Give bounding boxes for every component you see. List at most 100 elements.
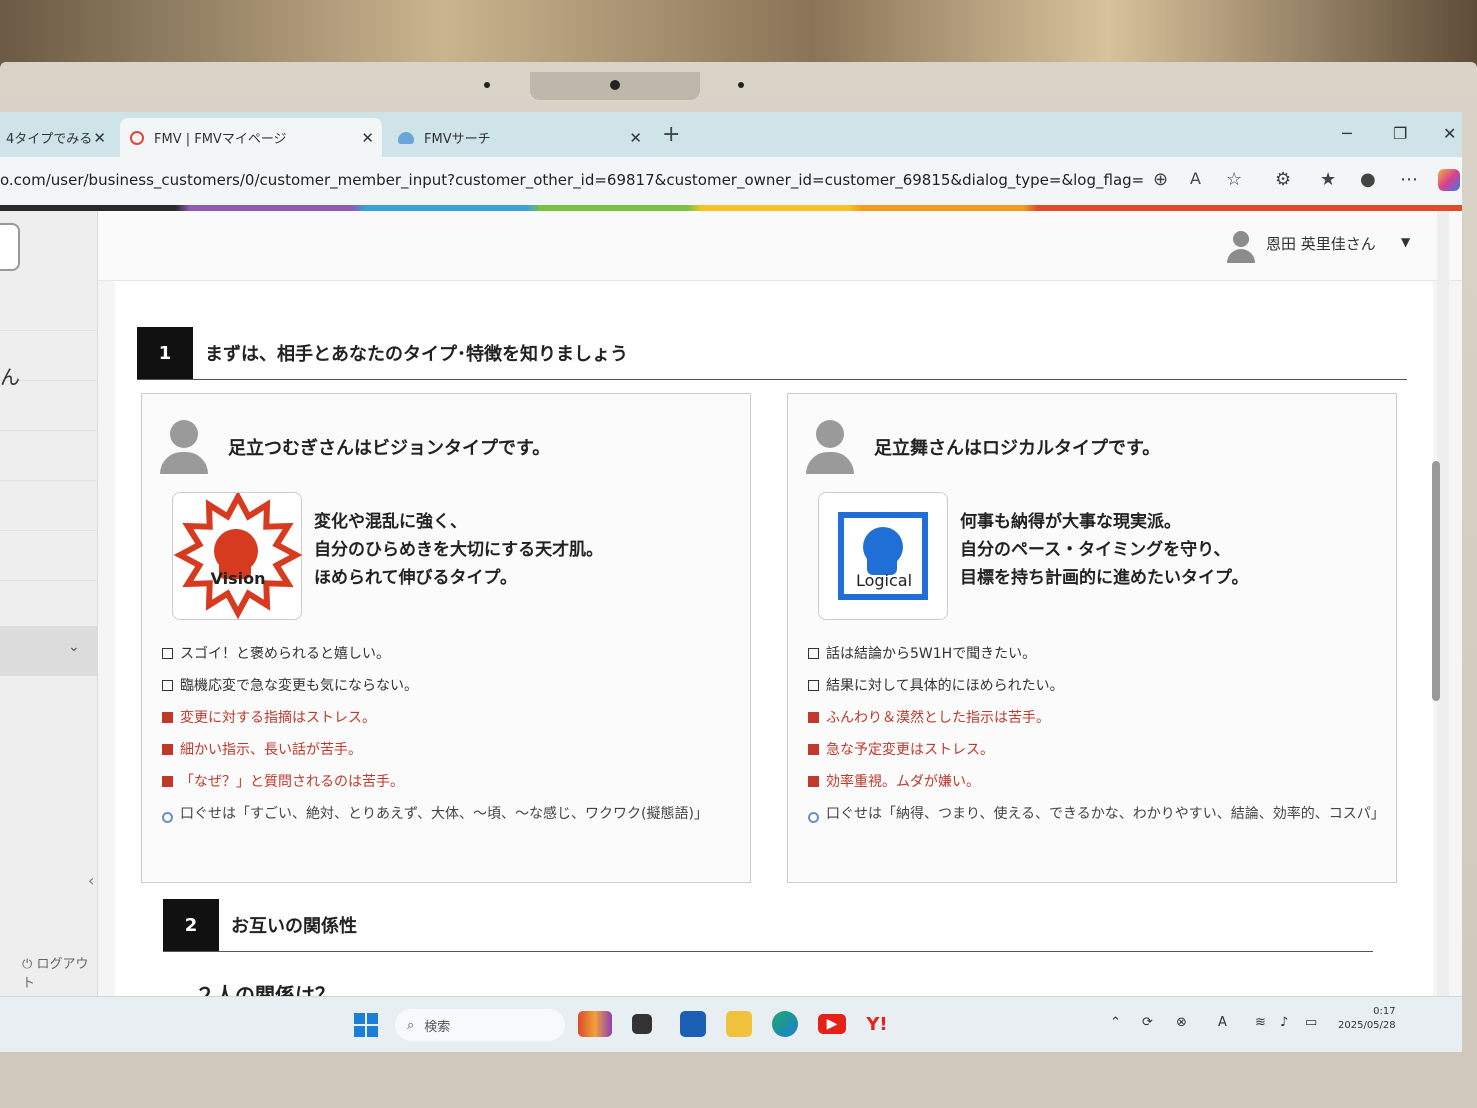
- scrollbar-thumb[interactable]: [1432, 461, 1440, 701]
- section-divider: [163, 951, 1373, 952]
- trait-text: 「なぜ？」と質問されるのは苦手。: [180, 774, 404, 790]
- edge-browser-icon[interactable]: [772, 1011, 798, 1037]
- badge-label: Vision: [210, 569, 266, 588]
- circle-bullet-icon: [808, 812, 819, 823]
- trait-text: スゴイ！と褒められると嬉しい。: [180, 646, 390, 662]
- taskbar-search[interactable]: ⌕ 検索: [395, 1009, 565, 1041]
- trait-item: 結果に対して具体的にほめられたい。: [808, 676, 1378, 696]
- battery-icon[interactable]: ▭: [1305, 1015, 1317, 1030]
- sync-icon[interactable]: ⟳: [1142, 1015, 1153, 1030]
- type-description: 何事も納得が大事な現実派。 自分のペース・タイミングを守り、 目標を持ち計画的に…: [960, 508, 1249, 592]
- search-icon: ⌕: [407, 1017, 415, 1033]
- search-placeholder: 検索: [424, 1019, 451, 1035]
- task-view-icon[interactable]: [632, 1014, 652, 1034]
- sidebar-item-selected[interactable]: [0, 626, 98, 676]
- close-circle-icon[interactable]: ⊗: [1176, 1015, 1187, 1030]
- ime-icon[interactable]: A: [1218, 1015, 1227, 1030]
- sidebar-row[interactable]: [0, 431, 98, 481]
- yahoo-icon[interactable]: Y!: [864, 1011, 890, 1037]
- favorites-icon[interactable]: ★: [1320, 169, 1336, 190]
- trait-item: 口ぐせは「すごい、絶対、とりあえず、大体、〜頃、〜な感じ、ワクワク(擬態語)」: [162, 804, 732, 824]
- logical-badge: Logical: [818, 492, 948, 620]
- power-icon: ⏻: [22, 957, 33, 972]
- trait-item: ふんわり＆漠然とした指示は苦手。: [808, 708, 1378, 728]
- chevron-up-icon[interactable]: ⌃: [1110, 1015, 1121, 1030]
- tab-strip: 4タイプでみる ✕ FMV | FMVマイページ ✕ FMVサーチ ✕ + ─ …: [0, 112, 1462, 157]
- close-icon[interactable]: ✕: [93, 129, 106, 147]
- extensions-icon[interactable]: ⚙: [1275, 169, 1291, 190]
- trait-text: 変更に対する指摘はストレス。: [180, 710, 376, 726]
- widgets-icon[interactable]: [578, 1011, 612, 1037]
- sidebar-row[interactable]: [0, 281, 98, 331]
- logout-button[interactable]: ⏻ ログアウト: [22, 953, 97, 991]
- trait-text: 効率重視。ムダが嫌い。: [826, 774, 980, 790]
- minimize-icon[interactable]: ─: [1342, 124, 1352, 143]
- description-line: 自分のペース・タイミングを守り、: [960, 540, 1231, 560]
- profile-icon[interactable]: ●: [1360, 169, 1376, 190]
- more-menu-icon[interactable]: ⋯: [1400, 169, 1418, 190]
- badge-label: Logical: [855, 571, 913, 590]
- description-line: 自分のひらめきを大切にする天才肌。: [314, 540, 604, 560]
- checkbox-icon: [808, 648, 819, 659]
- square-head-icon: [838, 512, 928, 600]
- menu-toggle-icon[interactable]: [0, 223, 20, 271]
- restore-icon[interactable]: ❐: [1393, 124, 1407, 143]
- trait-item: 話は結論から5W1Hで聞きたい。: [808, 644, 1378, 664]
- description-line: 目標を持ち計画的に進めたいタイプ。: [960, 568, 1249, 588]
- trait-text: 結果に対して具体的にほめられたい。: [826, 678, 1064, 694]
- tab-label: FMVサーチ: [424, 132, 491, 147]
- main-content: 1 まずは、相手とあなたのタイプ･特徴を知りましょう 足立つむぎさんはビジョンタ…: [115, 281, 1433, 996]
- user-name[interactable]: 恩田 英里佳さん: [1266, 233, 1376, 254]
- window-close-icon[interactable]: ✕: [1443, 124, 1456, 143]
- person-icon: [156, 420, 212, 476]
- background-room: [0, 0, 1477, 70]
- checkbox-icon: [162, 680, 173, 691]
- file-explorer-icon[interactable]: [726, 1011, 752, 1037]
- trait-item: 細かい指示、長い話が苦手。: [162, 740, 732, 760]
- type-description: 変化や混乱に強く、 自分のひらめきを大切にする天才肌。 ほめられて伸びるタイプ。: [314, 508, 603, 592]
- close-icon[interactable]: ✕: [629, 129, 642, 147]
- person-icon: [802, 420, 858, 476]
- wifi-icon[interactable]: ≋: [1255, 1015, 1266, 1030]
- volume-icon[interactable]: ♪: [1280, 1015, 1288, 1030]
- user-avatar-icon[interactable]: [1224, 229, 1258, 263]
- windows-start-icon[interactable]: [354, 1013, 378, 1037]
- tab-fmv-mypage[interactable]: FMV | FMVマイページ ✕: [120, 118, 382, 157]
- sidebar: ん ⌄ ‹ ⏻ ログアウト: [0, 211, 98, 996]
- tab-type-view[interactable]: 4タイプでみる ✕: [0, 118, 114, 157]
- youtube-icon[interactable]: ▶: [818, 1014, 846, 1034]
- section-title: まずは、相手とあなたのタイプ･特徴を知りましょう: [205, 344, 628, 365]
- sidebar-row[interactable]: [0, 531, 98, 581]
- copilot-icon[interactable]: [1438, 169, 1460, 191]
- trait-item: 効率重視。ムダが嫌い。: [808, 772, 1378, 792]
- close-icon[interactable]: ✕: [361, 129, 374, 147]
- sidebar-row[interactable]: [0, 481, 98, 531]
- circle-bullet-icon: [162, 812, 173, 823]
- new-tab-button[interactable]: +: [662, 122, 680, 147]
- read-aloud-icon[interactable]: A: [1190, 169, 1201, 188]
- caret-down-icon[interactable]: ▼: [1401, 235, 1410, 249]
- section-heading-2: 2 お互いの関係性: [163, 899, 357, 951]
- section-number: 1: [137, 327, 193, 379]
- sidebar-partial-text: ん: [0, 365, 20, 389]
- logout-label: ログアウト: [22, 957, 89, 991]
- checkbox-icon: [162, 648, 173, 659]
- trait-text: 口ぐせは「すごい、絶対、とりあえず、大体、〜頃、〜な感じ、ワクワク(擬態語)」: [180, 806, 708, 822]
- tab-fmv-search[interactable]: FMVサーチ ✕: [388, 118, 650, 157]
- store-icon[interactable]: [680, 1011, 706, 1037]
- trait-text: 臨機応変で急な変更も気にならない。: [180, 678, 418, 694]
- filled-square-icon: [808, 776, 819, 787]
- chevron-down-icon[interactable]: ⌄: [68, 639, 80, 655]
- url-field[interactable]: o.com/user/business_customers/0/customer…: [0, 171, 1144, 189]
- type-card-logical: 足立舞さんはロジカルタイプです。 Logical 何事も納得が大事な現実派。 自…: [787, 393, 1397, 883]
- section-number: 2: [163, 899, 219, 951]
- favorite-star-icon[interactable]: ☆: [1226, 169, 1242, 190]
- tab-label: 4タイプでみる: [6, 132, 93, 147]
- system-clock[interactable]: 0:17 2025/05/28: [1338, 1005, 1396, 1033]
- zoom-icon[interactable]: ⊕: [1153, 169, 1168, 190]
- filled-square-icon: [162, 744, 173, 755]
- chevron-left-icon[interactable]: ‹: [88, 871, 94, 890]
- section-title: お互いの関係性: [231, 916, 357, 937]
- address-bar: o.com/user/business_customers/0/customer…: [0, 157, 1462, 205]
- trait-list: スゴイ！と褒められると嬉しい。 臨機応変で急な変更も気にならない。 変更に対する…: [162, 644, 732, 836]
